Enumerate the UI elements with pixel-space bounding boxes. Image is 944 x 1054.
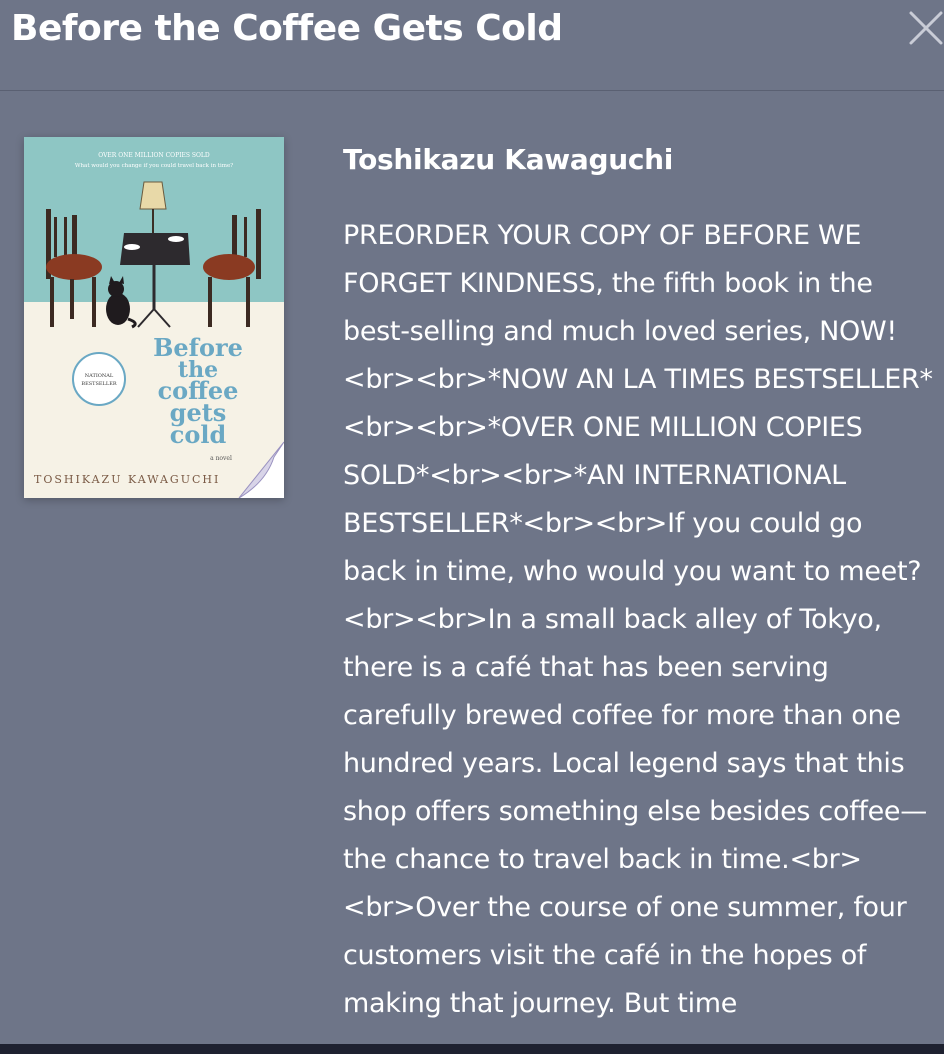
bestseller-badge: NATIONAL BESTSELLER (72, 352, 126, 406)
badge-line1: NATIONAL (85, 373, 114, 379)
modal-title: Before the Coffee Gets Cold (11, 8, 563, 49)
cover-banner-text: OVER ONE MILLION COPIES SOLD (98, 152, 210, 159)
close-icon (909, 11, 943, 45)
book-cover: OVER ONE MILLION COPIES SOLD What would … (24, 137, 284, 498)
bottom-bar (0, 1044, 944, 1054)
cover-subtitle: a novel (210, 455, 232, 462)
book-details-modal: Before the Coffee Gets Cold OVER ONE MIL… (0, 0, 944, 1054)
cover-author: TOSHIKAZU KAWAGUCHI (34, 473, 220, 486)
badge-line2: BESTSELLER (81, 381, 116, 387)
book-description: PREORDER YOUR COPY OF BEFORE WE FORGET K… (343, 220, 933, 1019)
cover-title-line5: cold (170, 420, 227, 449)
book-author: Toshikazu Kawaguchi (343, 143, 674, 176)
close-button[interactable] (908, 8, 944, 48)
modal-header: Before the Coffee Gets Cold (0, 0, 944, 91)
book-cover-art: OVER ONE MILLION COPIES SOLD What would … (24, 137, 284, 498)
cover-tagline: What would you change if you could trave… (75, 163, 233, 169)
